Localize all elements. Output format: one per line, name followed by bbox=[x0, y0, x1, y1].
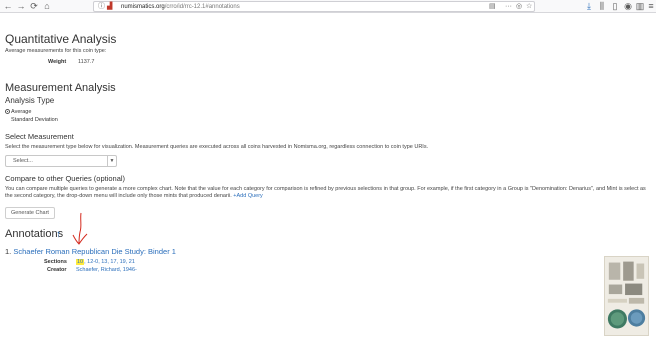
compare-description: You can compare multiple queries to gene… bbox=[5, 186, 650, 200]
weight-value: 1137.7 bbox=[78, 59, 95, 65]
radio-average[interactable]: Average bbox=[5, 109, 31, 116]
radio-average-label: Average bbox=[11, 109, 32, 115]
address-bar[interactable]: ⓘ ▟ numismatics.org/crro/id/rrc-12.1#ann… bbox=[93, 1, 535, 12]
arrow-up-icon[interactable]: ↑ bbox=[56, 229, 61, 241]
sidebar-icon[interactable]: ▯ bbox=[610, 1, 620, 12]
annotation-number: 1. bbox=[5, 247, 12, 256]
weight-label: Weight bbox=[48, 59, 67, 65]
annotation-title-link[interactable]: Schaefer Roman Republican Die Study: Bin… bbox=[13, 247, 176, 256]
bookmark-star-icon[interactable]: ☆ bbox=[526, 2, 532, 12]
select-measurement-heading: Select Measurement bbox=[5, 132, 74, 141]
download-icon[interactable]: ⤓ bbox=[584, 1, 594, 12]
site-favicon-icon: ▟ bbox=[107, 3, 113, 10]
page-actions-icon[interactable]: ··· bbox=[505, 2, 512, 12]
url-text[interactable]: numismatics.org/crro/id/rrc-12.1#annotat… bbox=[121, 2, 240, 12]
measurement-select[interactable]: Select... ▼ bbox=[5, 155, 117, 167]
chevron-down-icon[interactable]: ▼ bbox=[107, 156, 116, 166]
annotation-item: 1. Schaefer Roman Republican Die Study: … bbox=[5, 247, 176, 256]
pocket-icon[interactable]: ◎ bbox=[516, 2, 522, 12]
reader-view-icon[interactable]: ▤ bbox=[489, 2, 496, 12]
extension-icon[interactable]: ◉ bbox=[623, 1, 633, 12]
select-measurement-description: Select the measurement type below for vi… bbox=[5, 144, 429, 150]
analysis-type-heading: Analysis Type bbox=[5, 96, 55, 105]
handdrawn-arrow-icon bbox=[72, 212, 88, 245]
back-icon[interactable]: ← bbox=[3, 1, 13, 12]
creator-label: Creator bbox=[47, 267, 67, 273]
section-link-highlighted[interactable]: 10 bbox=[76, 259, 85, 265]
compare-queries-heading: Compare to other Queries (optional) bbox=[5, 174, 126, 183]
extension-barcode-icon[interactable]: ▥ bbox=[635, 1, 645, 12]
radio-standard-deviation[interactable]: Standard Deviation bbox=[5, 117, 58, 124]
sections-values: 10, 12-0, 13, 17, 19, 21 bbox=[76, 259, 135, 265]
forward-icon[interactable]: → bbox=[16, 1, 26, 12]
creator-link[interactable]: Schaefer, Richard, 1946- bbox=[76, 267, 137, 273]
sections-rest[interactable]: , 12-0, 13, 17, 19, 21 bbox=[84, 259, 135, 265]
sections-label: Sections bbox=[44, 259, 67, 265]
menu-icon[interactable]: ≡ bbox=[646, 1, 656, 12]
compare-description-text: You can compare multiple queries to gene… bbox=[5, 186, 646, 199]
binder-page-thumbnail[interactable] bbox=[604, 256, 649, 336]
library-icon[interactable]: ⫼ bbox=[597, 1, 607, 12]
measurement-analysis-heading: Measurement Analysis bbox=[5, 82, 116, 94]
home-icon[interactable]: ⌂ bbox=[42, 1, 52, 12]
annotations-heading: Annotations bbox=[5, 228, 64, 240]
quantitative-analysis-heading: Quantitative Analysis bbox=[5, 32, 117, 46]
reload-icon[interactable]: ⟳ bbox=[29, 1, 39, 12]
add-query-link[interactable]: +Add Query bbox=[233, 193, 263, 199]
radio-standard-deviation-label: Standard Deviation bbox=[11, 117, 58, 123]
add-query-label: Add Query bbox=[236, 193, 263, 199]
measurement-select-value: Select... bbox=[13, 158, 33, 164]
generate-chart-button[interactable]: Generate Chart bbox=[5, 207, 55, 219]
site-info-icon[interactable]: ⓘ bbox=[98, 2, 105, 12]
browser-toolbar: ← → ⟳ ⌂ ⓘ ▟ numismatics.org/crro/id/rrc-… bbox=[0, 0, 656, 13]
quantitative-description: Average measurements for this coin type: bbox=[5, 48, 107, 54]
radio-average-control[interactable] bbox=[5, 109, 10, 114]
